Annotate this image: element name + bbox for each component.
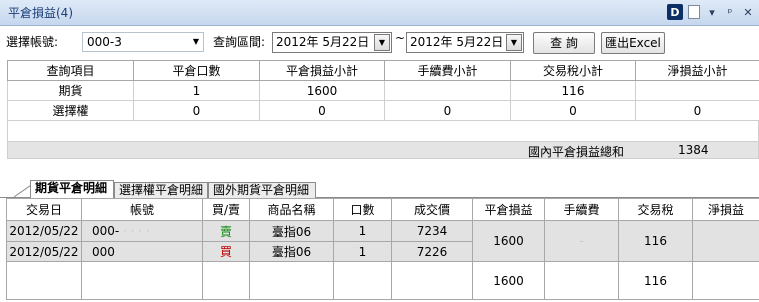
table-cell: 0: [384, 100, 511, 121]
side-cell: 賣: [202, 220, 250, 242]
table-cell: 選擇權: [7, 100, 134, 121]
total-pnl-cell: 1600: [472, 261, 545, 300]
column-header: 平倉口數: [133, 60, 260, 81]
table-row[interactable]: 1600 116: [6, 261, 759, 300]
column-header: 帳號: [81, 198, 203, 221]
close-icon[interactable]: ✕: [741, 4, 755, 20]
column-header: 淨損益: [692, 198, 759, 221]
summary-table: 查詢項目 平倉口數 平倉損益小計 手續費小計 交易稅小計 淨損益小計 期貨 1 …: [7, 60, 759, 121]
date-to-picker[interactable]: 2012年 5月22日 ▼: [406, 32, 524, 53]
price-cell: 7234: [391, 220, 473, 242]
qty-cell: 1: [333, 241, 392, 262]
account-cell: 000: [81, 241, 203, 262]
table-cell: 期貨: [7, 80, 134, 101]
table-cell: 0: [133, 100, 260, 121]
summary-total-bar: 國內平倉損益總和 1384: [7, 141, 759, 159]
table-cell: 1: [133, 80, 260, 101]
column-header: 交易稅小計: [510, 60, 636, 81]
price-cell: 7226: [391, 241, 473, 262]
window-titlebar: 平倉損益(4) D ▾ ᵖ ✕: [0, 0, 759, 26]
dropdown-arrow-icon[interactable]: ▾: [705, 4, 719, 20]
table-cell: [333, 261, 392, 300]
total-tax-cell: 116: [618, 261, 693, 300]
table-cell: [544, 261, 619, 300]
side-cell: 買: [202, 241, 250, 262]
pin-icon[interactable]: ᵖ: [723, 4, 737, 20]
column-header: 口數: [333, 198, 392, 221]
account-value: 000-3: [87, 35, 122, 49]
tab-futures-detail[interactable]: 期貨平倉明細: [30, 180, 114, 199]
table-cell: [635, 80, 759, 101]
detail-tab-strip: 期貨平倉明細 選擇權平倉明細 國外期貨平倉明細: [0, 180, 759, 199]
column-header: 成交價: [391, 198, 473, 221]
table-cell: [249, 261, 334, 300]
table-cell: 116: [510, 80, 636, 101]
table-cell: 0: [510, 100, 636, 121]
account-cell: 000- · · · ·: [81, 220, 203, 242]
table-cell: [81, 261, 203, 300]
product-cell: 臺指06: [249, 220, 334, 242]
chevron-down-icon: ▼: [192, 37, 199, 46]
detail-header-row: 交易日 帳號 買/賣 商品名稱 口數 成交價 平倉損益 手續費 交易稅 淨損益: [6, 198, 759, 221]
column-header: 交易日: [6, 198, 82, 221]
group-tax-cell: 116: [618, 220, 693, 262]
qty-cell: 1: [333, 220, 392, 242]
column-header: 淨損益小計: [635, 60, 759, 81]
group-pnl-cell: 1600: [472, 220, 545, 262]
table-cell: [6, 261, 82, 300]
trade-date: 2012/05/22: [6, 241, 82, 262]
query-button[interactable]: 查 詢: [533, 32, 595, 54]
range-separator: ~: [395, 31, 406, 45]
column-header: 平倉損益: [472, 198, 545, 221]
table-cell: [202, 261, 250, 300]
calendar-dropdown-icon[interactable]: ▼: [374, 34, 390, 51]
column-header: 商品名稱: [249, 198, 334, 221]
product-cell: 臺指06: [249, 241, 334, 262]
window-buttons: D ▾ ᵖ ✕: [667, 4, 755, 20]
column-header: 交易稅: [618, 198, 693, 221]
total-label: 國內平倉損益總和: [528, 145, 625, 159]
window-title: 平倉損益(4): [8, 6, 73, 20]
table-row[interactable]: 選擇權 0 0 0 0 0: [7, 100, 759, 121]
page-icon[interactable]: [687, 4, 701, 20]
table-cell: 1600: [259, 80, 385, 101]
total-value: 1384: [678, 143, 709, 157]
group-fee-cell: -: [544, 220, 619, 262]
table-cell: 0: [635, 100, 759, 121]
column-header: 查詢項目: [7, 60, 134, 81]
column-header: 手續費小計: [384, 60, 511, 81]
export-excel-button[interactable]: 匯出Excel: [601, 32, 665, 54]
d-app-icon[interactable]: D: [667, 4, 683, 20]
table-row[interactable]: 期貨 1 1600 116: [7, 80, 759, 101]
table-row[interactable]: 2012/05/22 000- · · · · 賣 臺指06 1 7234 16…: [6, 220, 759, 262]
table-cell: [692, 261, 759, 300]
column-header: 買/賣: [202, 198, 250, 221]
range-label: 查詢區間:: [213, 35, 266, 49]
date-from-value: 2012年 5月22日: [276, 35, 370, 49]
date-from-picker[interactable]: 2012年 5月22日 ▼: [272, 32, 392, 53]
summary-blank-area: [7, 120, 759, 142]
tab-options-detail[interactable]: 選擇權平倉明細: [114, 182, 208, 199]
summary-header-row: 查詢項目 平倉口數 平倉損益小計 手續費小計 交易稅小計 淨損益小計: [7, 60, 759, 81]
tab-foreign-futures-detail[interactable]: 國外期貨平倉明細: [208, 182, 316, 199]
table-cell: [384, 80, 511, 101]
column-header: 平倉損益小計: [259, 60, 385, 81]
account-select[interactable]: 000-3 ▼: [82, 32, 204, 52]
table-cell: [391, 261, 473, 300]
group-net-cell: [692, 220, 759, 262]
table-cell: 0: [259, 100, 385, 121]
detail-table: 交易日 帳號 買/賣 商品名稱 口數 成交價 平倉損益 手續費 交易稅 淨損益 …: [6, 198, 759, 300]
date-to-value: 2012年 5月22日: [410, 35, 504, 49]
query-toolbar: 選擇帳號: 000-3 ▼ 查詢區間: 2012年 5月22日 ▼ ~ 2012…: [0, 28, 759, 56]
trade-date: 2012/05/22: [6, 220, 82, 242]
column-header: 手續費: [544, 198, 619, 221]
calendar-dropdown-icon[interactable]: ▼: [506, 34, 522, 51]
account-label: 選擇帳號:: [6, 35, 59, 49]
